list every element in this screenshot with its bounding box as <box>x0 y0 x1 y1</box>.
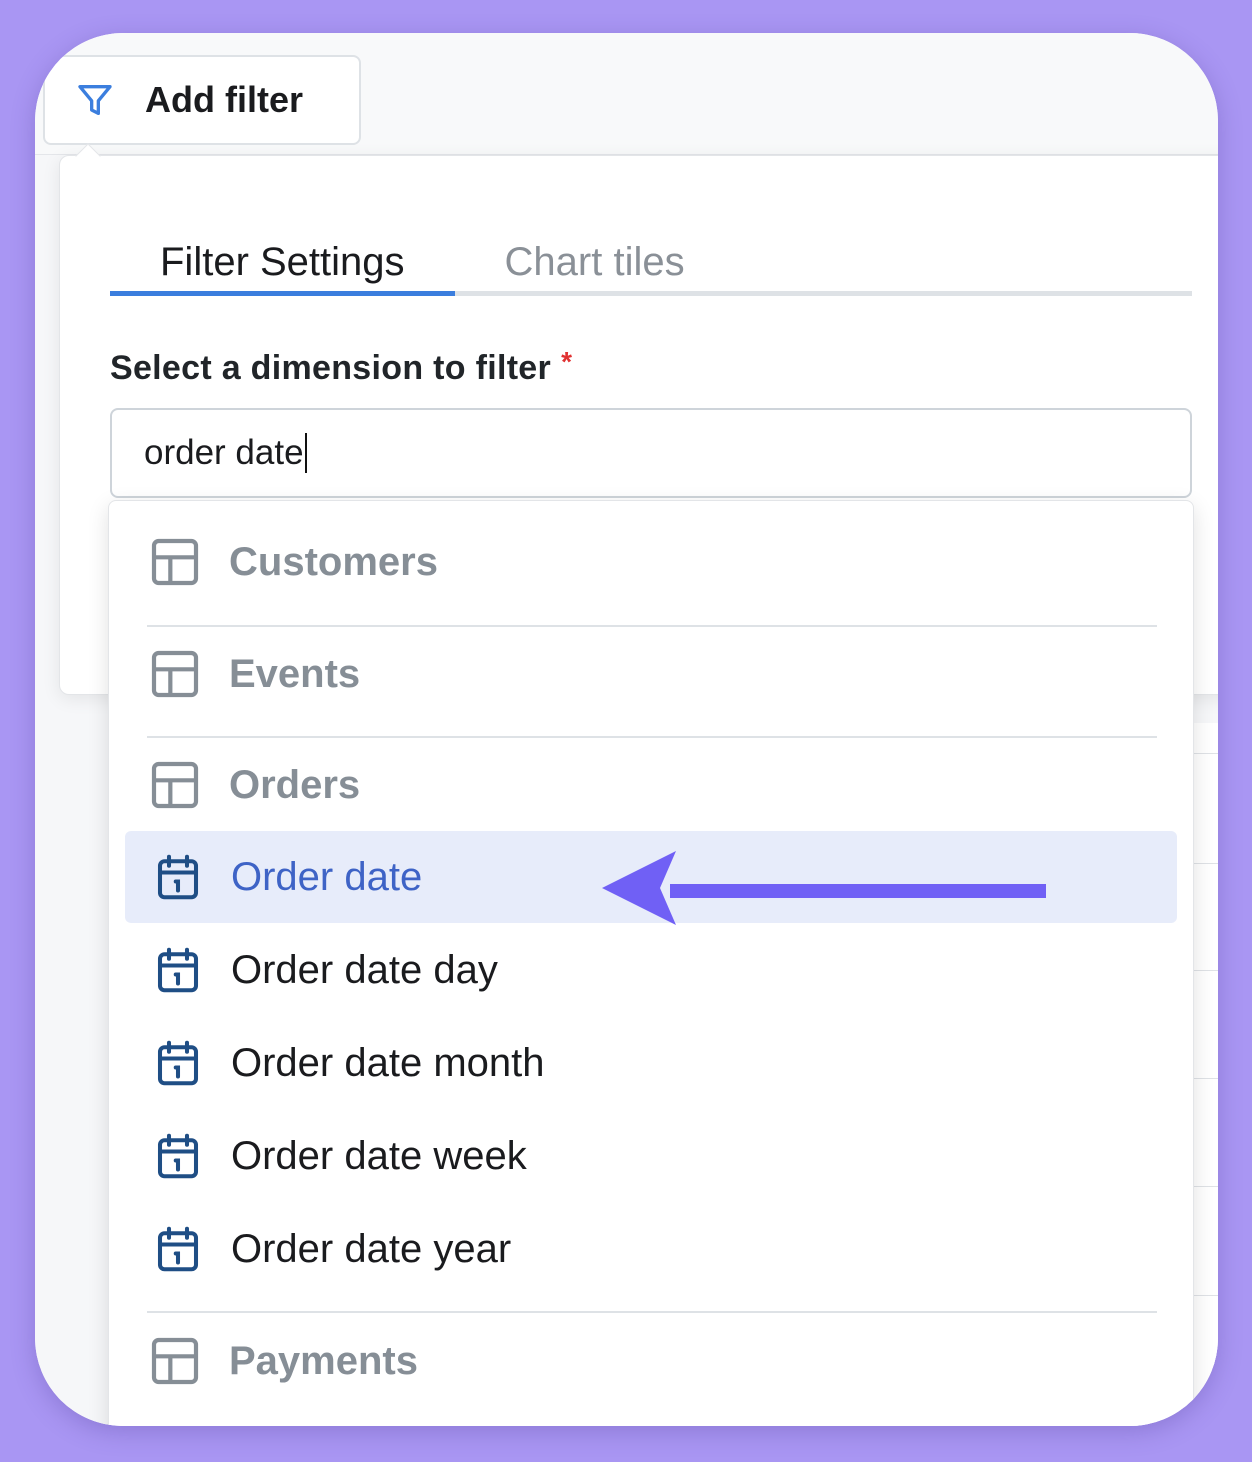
tab-chart-tiles[interactable]: Chart tiles <box>455 216 735 291</box>
dimension-field-label: Select a dimension to filter * <box>110 346 572 388</box>
add-filter-button[interactable]: Add filter <box>43 55 361 145</box>
group-payments: Payments <box>147 1306 1157 1416</box>
group-label: Customers <box>229 539 438 584</box>
dimension-dropdown: Customers Events Orders Order date Order… <box>108 500 1194 1426</box>
option-order-date-day[interactable]: Order date day <box>125 924 1177 1016</box>
app-window: Add filter Filter Settings Chart tiles S… <box>35 33 1218 1426</box>
table-icon <box>151 538 199 586</box>
required-mark: * <box>561 346 573 377</box>
table-icon <box>151 761 199 809</box>
calendar-icon <box>157 1040 199 1086</box>
text-caret <box>304 433 307 473</box>
calendar-icon <box>157 1133 199 1179</box>
option-order-date-year[interactable]: Order date year <box>125 1203 1177 1295</box>
group-events: Events <box>147 619 1157 729</box>
group-label: Events <box>229 651 361 696</box>
option-label: Order date week <box>231 1133 527 1178</box>
add-filter-label: Add filter <box>145 79 303 120</box>
table-icon <box>151 1337 199 1385</box>
field-label-text: Select a dimension to filter <box>110 349 552 387</box>
annotation-arrow <box>602 851 1046 925</box>
option-label: Order date year <box>231 1226 512 1271</box>
dimension-search-input[interactable]: order date <box>110 408 1192 498</box>
option-order-date-week[interactable]: Order date week <box>125 1110 1177 1202</box>
input-value: order date <box>144 433 304 472</box>
table-icon <box>151 650 199 698</box>
option-label: Order date <box>231 854 423 899</box>
calendar-icon <box>157 854 199 900</box>
calendar-icon <box>157 947 199 993</box>
group-label: Orders <box>229 762 361 807</box>
option-order-date-month[interactable]: Order date month <box>125 1017 1177 1109</box>
popover-tabs: Filter Settings Chart tiles <box>110 216 1192 296</box>
option-label: Order date day <box>231 947 498 992</box>
filter-icon <box>75 78 119 122</box>
option-label: Order date month <box>231 1040 545 1085</box>
group-customers: Customers <box>147 507 1157 617</box>
calendar-icon <box>157 1226 199 1272</box>
group-label: Payments <box>229 1338 418 1383</box>
tab-filter-settings[interactable]: Filter Settings <box>110 216 455 296</box>
group-orders: Orders <box>147 730 1157 840</box>
